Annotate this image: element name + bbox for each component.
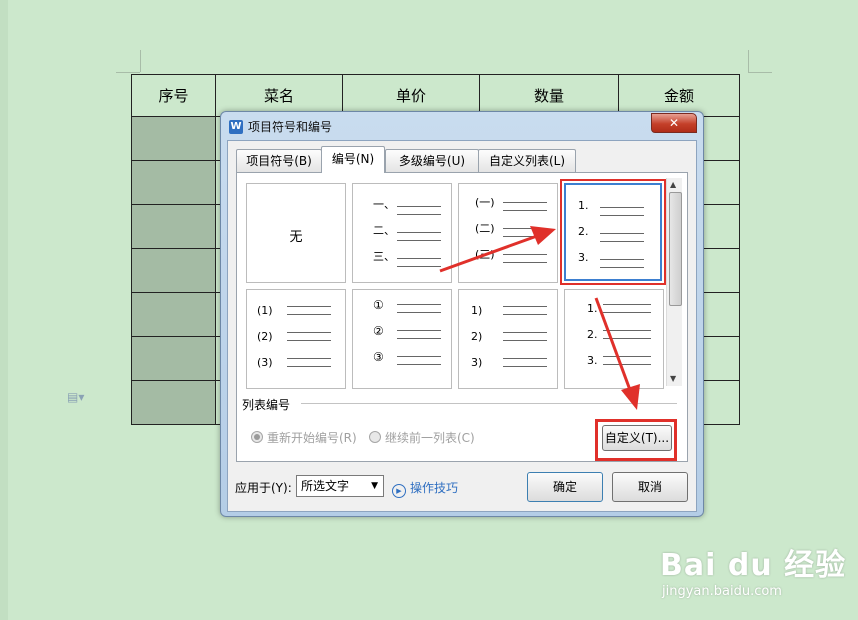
table-cell[interactable] <box>131 380 216 425</box>
restart-numbering-label: 重新开始编号(R) <box>267 431 357 445</box>
customize-button[interactable]: 自定义(T)... <box>602 425 672 451</box>
number-label: 一、 <box>373 198 395 211</box>
number-label: 2) <box>471 330 483 343</box>
tab-multilevel[interactable]: 多级编号(U) <box>385 149 479 172</box>
numbering-style-none[interactable]: 无 <box>246 183 346 283</box>
number-label: (3) <box>257 356 273 369</box>
section-divider <box>301 403 677 404</box>
numbering-panel: 无 一、 二、 三、 (一) (二) (三) 1. 2. 3. (1) (2) … <box>236 172 688 462</box>
tab-custom-list[interactable]: 自定义列表(L) <box>478 149 576 172</box>
scroll-up-icon[interactable]: ▲ <box>670 180 676 189</box>
table-cell[interactable] <box>131 292 216 337</box>
scroll-thumb[interactable] <box>669 192 682 306</box>
page-margin-mark-left-h <box>116 72 140 73</box>
number-label: (1) <box>257 304 273 317</box>
header-cell-index[interactable]: 序号 <box>131 74 216 117</box>
page-margin-mark-right-h <box>748 72 772 73</box>
number-label: 三、 <box>373 250 395 263</box>
close-button[interactable]: ✕ <box>651 113 697 133</box>
bullets-numbering-dialog: W 项目符号和编号 ✕ 项目符号(B) 编号(N) 多级编号(U) 自定义列表(… <box>220 111 704 517</box>
scroll-down-icon[interactable]: ▼ <box>670 374 676 383</box>
table-cell[interactable] <box>131 204 216 249</box>
chevron-down-icon: ▼ <box>371 481 378 491</box>
numbering-style-arabic-dot-selected[interactable]: 1. 2. 3. <box>560 179 666 285</box>
wps-writer-icon: W <box>229 120 243 134</box>
restart-numbering-radio[interactable]: 重新开始编号(R) <box>251 429 357 446</box>
number-label: ② <box>373 324 384 338</box>
number-label: (2) <box>257 330 273 343</box>
apply-to-select[interactable]: 所选文字 ▼ <box>296 475 384 497</box>
dialog-title: 项目符号和编号 <box>248 120 333 134</box>
numbering-style-chinese-comma[interactable]: 一、 二、 三、 <box>352 183 452 283</box>
table-cell[interactable] <box>131 160 216 205</box>
dialog-body: 项目符号(B) 编号(N) 多级编号(U) 自定义列表(L) 无 一、 二、 三… <box>227 140 697 512</box>
tips-link[interactable]: ▶ 操作技巧 <box>392 479 458 498</box>
close-icon: ✕ <box>668 116 680 130</box>
number-label: 3) <box>471 356 483 369</box>
apply-to-value: 所选文字 <box>301 479 350 493</box>
number-label: 1) <box>471 304 483 317</box>
tab-bullets[interactable]: 项目符号(B) <box>236 149 322 172</box>
number-label: 1. <box>587 302 598 315</box>
ok-button[interactable]: 确定 <box>527 472 603 502</box>
number-label: 2. <box>587 328 598 341</box>
number-label: (一) <box>475 196 495 209</box>
page-margin-mark-right <box>748 50 749 72</box>
number-label: 3. <box>578 251 589 264</box>
numbering-style-arabic-paren[interactable]: (1) (2) (3) <box>246 289 346 389</box>
continue-list-label: 继续前一列表(C) <box>385 431 475 445</box>
watermark-brand: Bai du 经验 <box>660 548 847 583</box>
number-label: 1. <box>578 199 589 212</box>
number-label: (三) <box>475 248 495 261</box>
number-label: ① <box>373 298 384 312</box>
cancel-button[interactable]: 取消 <box>612 472 688 502</box>
list-numbering-section-label: 列表编号 <box>242 398 291 412</box>
paragraph-options-icon[interactable]: ▤▾ <box>67 390 84 404</box>
page-margin-mark-left <box>140 50 141 72</box>
none-label: 无 <box>289 230 303 245</box>
numbering-gallery: 无 一、 二、 三、 (一) (二) (三) 1. 2. 3. (1) (2) … <box>242 178 666 389</box>
numbering-style-circled[interactable]: ① ② ③ <box>352 289 452 389</box>
radio-checked-icon <box>251 431 263 443</box>
numbering-style-arabic-halfparen[interactable]: 1) 2) 3) <box>458 289 558 389</box>
number-label: 二、 <box>373 224 395 237</box>
tips-label: 操作技巧 <box>410 481 459 495</box>
gallery-scrollbar[interactable]: ▲ ▼ <box>666 178 682 386</box>
continue-list-radio[interactable]: 继续前一列表(C) <box>369 429 475 446</box>
left-ruler-strip <box>0 0 8 620</box>
play-icon: ▶ <box>392 484 406 498</box>
tab-numbering[interactable]: 编号(N) <box>321 146 385 173</box>
apply-to-label: 应用于(Y): <box>235 481 292 495</box>
number-label: (二) <box>475 222 495 235</box>
numbering-style-chinese-paren[interactable]: (一) (二) (三) <box>458 183 558 283</box>
watermark-url: jingyan.baidu.com <box>662 584 782 599</box>
number-label: 2. <box>578 225 589 238</box>
table-cell[interactable] <box>131 248 216 293</box>
number-label: 3. <box>587 354 598 367</box>
table-cell[interactable] <box>131 336 216 381</box>
table-cell[interactable] <box>131 116 216 161</box>
radio-unchecked-icon <box>369 431 381 443</box>
numbering-style-arabic-dot-2[interactable]: 1. 2. 3. <box>564 289 664 389</box>
baidu-watermark: Bai du 经验 jingyan.baidu.com <box>660 540 846 599</box>
number-label: ③ <box>373 350 384 364</box>
